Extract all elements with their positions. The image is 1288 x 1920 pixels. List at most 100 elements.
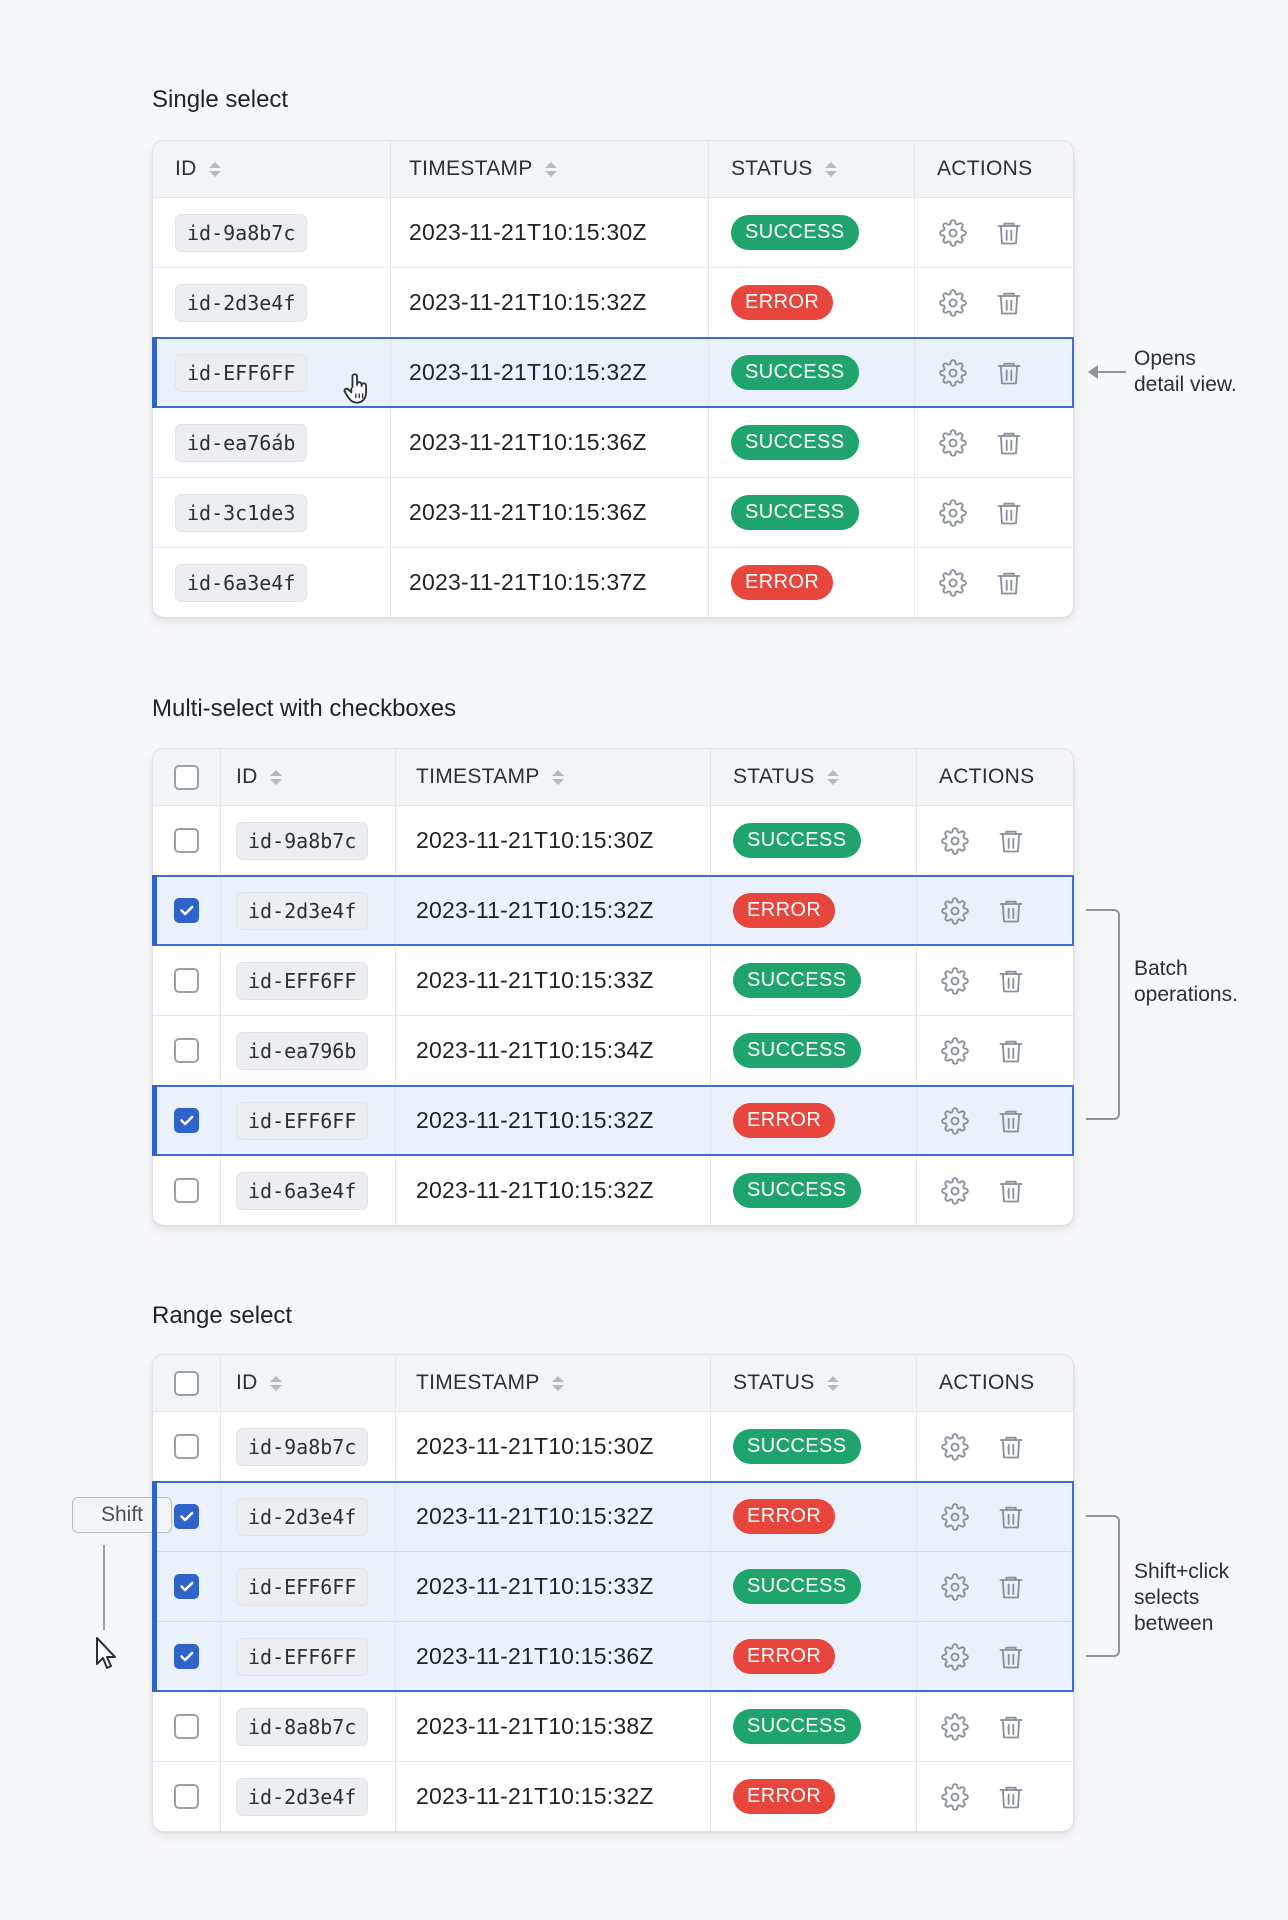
row-timestamp: 2023-11-21T10:15:34Z xyxy=(416,1037,654,1063)
row-check-cell xyxy=(153,1692,221,1761)
table-row[interactable]: id-EFF6FF 2023-11-21T10:15:32Z ERROR xyxy=(152,1085,1074,1156)
row-checkbox[interactable] xyxy=(174,1038,199,1063)
trash-icon[interactable] xyxy=(995,1641,1027,1673)
gear-icon[interactable] xyxy=(939,1105,971,1137)
table-row[interactable]: id-EFF6FF 2023-11-21T10:15:32Z SUCCESS xyxy=(152,337,1074,408)
column-header-label: TIMESTAMP xyxy=(416,765,540,788)
gear-icon[interactable] xyxy=(939,1781,971,1813)
gear-icon[interactable] xyxy=(939,1571,971,1603)
row-check-cell xyxy=(153,946,221,1015)
row-checkbox[interactable] xyxy=(174,968,199,993)
table-row[interactable]: id-3c1de3 2023-11-21T10:15:36Z SUCCESS xyxy=(153,477,1073,547)
row-checkbox[interactable] xyxy=(174,898,199,923)
row-timestamp: 2023-11-21T10:15:32Z xyxy=(416,1783,654,1809)
row-checkbox[interactable] xyxy=(174,1434,199,1459)
trash-icon[interactable] xyxy=(995,895,1027,927)
trash-icon[interactable] xyxy=(993,287,1025,319)
column-header-id[interactable]: ID xyxy=(153,141,391,197)
column-header-label: ID xyxy=(236,765,258,788)
column-header-timestamp[interactable]: TIMESTAMP xyxy=(396,1355,711,1411)
column-header-status[interactable]: STATUS xyxy=(709,141,915,197)
trash-icon[interactable] xyxy=(995,1105,1027,1137)
annotation-line: Shift+click xyxy=(1134,1560,1230,1583)
gear-icon[interactable] xyxy=(939,965,971,997)
table-row[interactable]: id-ea76áb 2023-11-21T10:15:36Z SUCCESS xyxy=(153,407,1073,477)
row-id: id-ea796b xyxy=(236,1031,369,1070)
table-row[interactable]: id-2d3e4f 2023-11-21T10:15:32Z ERROR xyxy=(153,1761,1073,1831)
trash-icon[interactable] xyxy=(995,1431,1027,1463)
gear-icon[interactable] xyxy=(937,217,969,249)
table-row[interactable]: id-EFF6FF 2023-11-21T10:15:36Z ERROR xyxy=(152,1621,1074,1692)
gear-icon[interactable] xyxy=(939,1501,971,1533)
trash-icon[interactable] xyxy=(995,1711,1027,1743)
row-timestamp: 2023-11-21T10:15:32Z xyxy=(409,359,647,385)
gear-icon[interactable] xyxy=(937,567,969,599)
row-timestamp: 2023-11-21T10:15:32Z xyxy=(416,897,654,923)
trash-icon[interactable] xyxy=(995,825,1027,857)
row-checkbox[interactable] xyxy=(174,1108,199,1133)
table-row[interactable]: id-EFF6FF 2023-11-21T10:15:33Z SUCCESS xyxy=(152,1551,1074,1622)
gear-icon[interactable] xyxy=(937,287,969,319)
column-header-timestamp[interactable]: TIMESTAMP xyxy=(391,141,709,197)
column-header-status[interactable]: STATUS xyxy=(711,1355,917,1411)
column-header-id[interactable]: ID xyxy=(221,1355,396,1411)
column-header-timestamp[interactable]: TIMESTAMP xyxy=(396,749,711,805)
row-checkbox[interactable] xyxy=(174,1504,199,1529)
table-row[interactable]: id-9a8b7c 2023-11-21T10:15:30Z SUCCESS xyxy=(153,197,1073,267)
trash-icon[interactable] xyxy=(995,1175,1027,1207)
table-row[interactable]: id-2d3e4f 2023-11-21T10:15:32Z ERROR xyxy=(153,267,1073,337)
table-row[interactable]: id-6a3e4f 2023-11-21T10:15:37Z ERROR xyxy=(153,547,1073,617)
gear-icon[interactable] xyxy=(939,1641,971,1673)
sort-icon[interactable] xyxy=(826,769,839,785)
row-checkbox[interactable] xyxy=(174,828,199,853)
trash-icon[interactable] xyxy=(993,497,1025,529)
column-header-id[interactable]: ID xyxy=(221,749,396,805)
trash-icon[interactable] xyxy=(995,1571,1027,1603)
row-checkbox[interactable] xyxy=(174,1644,199,1669)
sort-icon[interactable] xyxy=(551,769,564,785)
table-row[interactable]: id-6a3e4f 2023-11-21T10:15:32Z SUCCESS xyxy=(153,1155,1073,1225)
row-checkbox[interactable] xyxy=(174,1574,199,1599)
id-cell: id-EFF6FF xyxy=(221,1622,396,1691)
sort-icon[interactable] xyxy=(544,161,557,177)
row-checkbox[interactable] xyxy=(174,1178,199,1203)
gear-icon[interactable] xyxy=(939,1431,971,1463)
table-row[interactable]: id-2d3e4f 2023-11-21T10:15:32Z ERROR xyxy=(152,1481,1074,1552)
gear-icon[interactable] xyxy=(939,1711,971,1743)
sort-icon[interactable] xyxy=(269,1375,282,1391)
table-row[interactable]: id-8a8b7c 2023-11-21T10:15:38Z SUCCESS xyxy=(153,1691,1073,1761)
trash-icon[interactable] xyxy=(993,427,1025,459)
trash-icon[interactable] xyxy=(995,1781,1027,1813)
trash-icon[interactable] xyxy=(995,1035,1027,1067)
row-timestamp: 2023-11-21T10:15:33Z xyxy=(416,967,654,993)
trash-icon[interactable] xyxy=(995,1501,1027,1533)
gear-icon[interactable] xyxy=(939,1035,971,1067)
gear-icon[interactable] xyxy=(939,825,971,857)
gear-icon[interactable] xyxy=(937,497,969,529)
trash-icon[interactable] xyxy=(993,217,1025,249)
table-row[interactable]: id-ea796b 2023-11-21T10:15:34Z SUCCESS xyxy=(153,1015,1073,1085)
select-all-checkbox[interactable] xyxy=(174,764,199,790)
trash-icon[interactable] xyxy=(993,357,1025,389)
row-id: id-8a8b7c xyxy=(236,1707,369,1746)
table-row[interactable]: id-9a8b7c 2023-11-21T10:15:30Z SUCCESS xyxy=(153,1411,1073,1481)
sort-icon[interactable] xyxy=(208,161,221,177)
table-row[interactable]: id-9a8b7c 2023-11-21T10:15:30Z SUCCESS xyxy=(153,805,1073,875)
column-header-status[interactable]: STATUS xyxy=(711,749,917,805)
sort-icon[interactable] xyxy=(551,1375,564,1391)
table-row[interactable]: id-EFF6FF 2023-11-21T10:15:33Z SUCCESS xyxy=(153,945,1073,1015)
gear-icon[interactable] xyxy=(937,427,969,459)
gear-icon[interactable] xyxy=(939,1175,971,1207)
trash-icon[interactable] xyxy=(995,965,1027,997)
select-all-checkbox[interactable] xyxy=(174,1370,199,1396)
row-checkbox[interactable] xyxy=(174,1714,199,1739)
sort-icon[interactable] xyxy=(269,769,282,785)
trash-icon[interactable] xyxy=(993,567,1025,599)
actions-cell xyxy=(915,268,1073,337)
sort-icon[interactable] xyxy=(824,161,837,177)
gear-icon[interactable] xyxy=(939,895,971,927)
table-row[interactable]: id-2d3e4f 2023-11-21T10:15:32Z ERROR xyxy=(152,875,1074,946)
sort-icon[interactable] xyxy=(826,1375,839,1391)
gear-icon[interactable] xyxy=(937,357,969,389)
row-checkbox[interactable] xyxy=(174,1784,199,1809)
